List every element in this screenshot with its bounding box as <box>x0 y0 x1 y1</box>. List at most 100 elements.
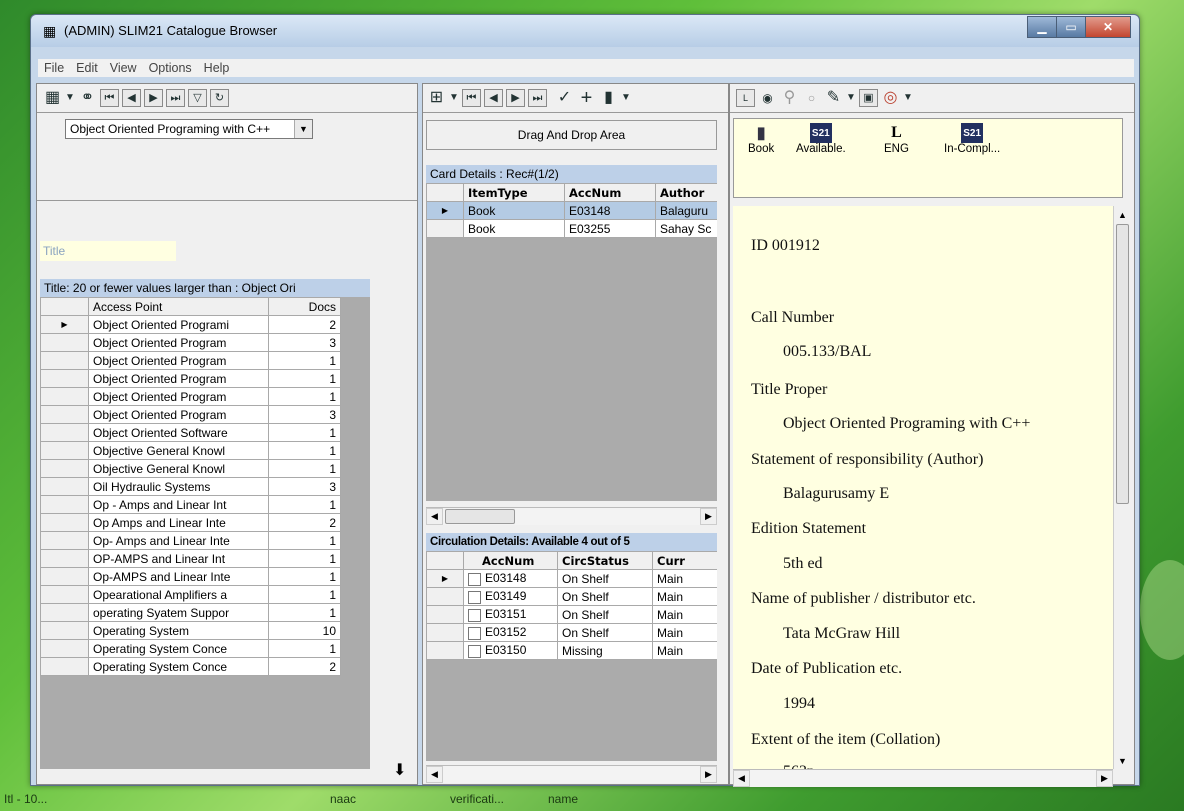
column-header-circstatus[interactable]: CircStatus <box>557 551 653 570</box>
accnum-cell[interactable]: E03148 <box>463 569 558 588</box>
menu-options[interactable]: Options <box>143 61 198 75</box>
table-row[interactable]: ▶ Book E03148 Balaguru <box>426 201 717 220</box>
table-row[interactable]: Opearational Amplifiers a1 <box>40 585 341 604</box>
refresh-icon[interactable]: ↻ <box>210 89 229 107</box>
last-record-icon[interactable]: ⏭ <box>166 89 185 107</box>
table-row[interactable]: operating Syatem Suppor 1 <box>40 603 341 622</box>
search-icon[interactable]: ⚲ <box>780 89 799 107</box>
layout-dropdown-icon[interactable]: ▼ <box>449 89 459 107</box>
layout-icon[interactable]: ⊞ <box>427 89 446 107</box>
prev-record-icon[interactable]: ◀ <box>122 89 141 107</box>
scroll-right-icon[interactable]: ▶ <box>700 508 717 525</box>
table-row[interactable]: Object Oriented Program 3 <box>40 405 341 424</box>
taskbar-item[interactable]: naac <box>330 792 356 806</box>
radio-icon[interactable]: ◉ <box>758 89 777 107</box>
table-row[interactable]: Object Oriented Software 1 <box>40 423 341 442</box>
target-icon[interactable]: ◎ <box>881 89 900 107</box>
target-dropdown-icon[interactable]: ▼ <box>903 89 913 107</box>
table-row[interactable]: Objective General Knowl 1 <box>40 459 341 478</box>
scroll-left-icon[interactable]: ◀ <box>426 766 443 783</box>
circ-hscrollbar[interactable]: ◀ ▶ <box>426 765 717 783</box>
table-row[interactable]: E03150 Missing Main <box>426 641 717 660</box>
table-row[interactable]: Op-AMPS and Linear Inte 1 <box>40 567 341 586</box>
table-row[interactable]: Book E03255 Sahay Sc <box>426 219 717 238</box>
column-header-itemtype[interactable]: ItemType <box>463 183 565 202</box>
chevron-down-icon[interactable]: ▼ <box>294 120 312 138</box>
download-arrow-icon[interactable]: ⬇ <box>393 760 406 780</box>
checkbox[interactable] <box>468 608 481 622</box>
table-row[interactable]: Op - Amps and Linear Int 1 <box>40 495 341 514</box>
scroll-left-icon[interactable]: ◀ <box>426 508 443 525</box>
accnum-cell[interactable]: E03150 <box>463 641 558 660</box>
radio-off-icon[interactable]: ○ <box>802 89 821 107</box>
column-header-accnum[interactable]: AccNum <box>463 551 558 570</box>
close-icon[interactable]: ✕ <box>1085 16 1131 38</box>
table-row[interactable]: Objective General Knowl 1 <box>40 441 341 460</box>
menu-view[interactable]: View <box>104 61 143 75</box>
checkbox[interactable] <box>468 644 481 658</box>
table-row[interactable]: Oil Hydraulic Systems 3 <box>40 477 341 496</box>
mode-icon[interactable]: ▦ <box>43 89 62 107</box>
scroll-right-icon[interactable]: ▶ <box>1096 770 1113 787</box>
table-row[interactable]: Object Oriented Program 3 <box>40 333 341 352</box>
edit-icon[interactable]: ✎ <box>824 89 843 107</box>
scroll-down-icon[interactable]: ▼ <box>1114 752 1131 769</box>
menu-help[interactable]: Help <box>198 61 236 75</box>
column-header-access-point[interactable]: Access Point <box>88 297 269 316</box>
binoculars-icon[interactable]: ⚭ <box>78 89 97 107</box>
scroll-thumb[interactable] <box>445 509 515 524</box>
table-row[interactable]: Operating System 10 <box>40 621 341 640</box>
books-icon[interactable]: ▮ <box>599 89 618 107</box>
scroll-right-icon[interactable]: ▶ <box>700 766 717 783</box>
clipboard-icon[interactable]: ▣ <box>859 89 878 107</box>
scroll-left-icon[interactable]: ◀ <box>733 770 750 787</box>
table-row[interactable]: ▶ E03148 On Shelf Main <box>426 569 717 588</box>
table-row[interactable]: E03151 On Shelf Main <box>426 605 717 624</box>
column-header-author[interactable]: Author <box>655 183 717 202</box>
taskbar-item[interactable]: verificati... <box>450 792 504 806</box>
accnum-cell[interactable]: E03149 <box>463 587 558 606</box>
detail-hscrollbar[interactable]: ◀ ▶ <box>733 769 1113 787</box>
column-header-docs[interactable]: Docs <box>268 297 341 316</box>
card-hscrollbar[interactable]: ◀ ▶ <box>426 507 717 525</box>
next-record-icon[interactable]: ▶ <box>144 89 163 107</box>
add-icon[interactable]: + <box>577 88 596 108</box>
mode-dropdown-icon[interactable]: ▼ <box>65 89 75 107</box>
table-row[interactable]: Op Amps and Linear Inte 2 <box>40 513 341 532</box>
menu-edit[interactable]: Edit <box>70 61 104 75</box>
first-card-icon[interactable]: ⏮ <box>462 89 481 107</box>
filter-icon[interactable]: ▽ <box>188 89 207 107</box>
table-row[interactable]: OP-AMPS and Linear Int 1 <box>40 549 341 568</box>
language-icon[interactable]: L <box>736 89 755 107</box>
table-row[interactable]: E03149 On Shelf Main <box>426 587 717 606</box>
accnum-cell[interactable]: E03151 <box>463 605 558 624</box>
minimize-icon[interactable]: ▁ <box>1027 16 1057 38</box>
taskbar-item[interactable]: name <box>548 792 578 806</box>
checkbox[interactable] <box>468 626 481 640</box>
drag-drop-area[interactable]: Drag And Drop Area <box>426 120 717 150</box>
accnum-cell[interactable]: E03152 <box>463 623 558 642</box>
table-row[interactable]: Op- Amps and Linear Inte 1 <box>40 531 341 550</box>
checkbox[interactable] <box>468 590 481 604</box>
maximize-icon[interactable]: ▭ <box>1056 16 1086 38</box>
first-record-icon[interactable]: ⏮ <box>100 89 119 107</box>
last-card-icon[interactable]: ⏭ <box>528 89 547 107</box>
scroll-up-icon[interactable]: ▲ <box>1114 206 1131 223</box>
table-row[interactable]: Object Oriented Program 1 <box>40 351 341 370</box>
column-header-curr[interactable]: Curr <box>652 551 717 570</box>
table-row[interactable]: E03152 On Shelf Main <box>426 623 717 642</box>
edit-dropdown-icon[interactable]: ▼ <box>846 89 856 107</box>
scroll-thumb[interactable] <box>1116 224 1129 504</box>
query-dropdown[interactable]: Object Oriented Programing with C++ ▼ <box>65 119 313 139</box>
table-row[interactable]: Operating System Conce 1 <box>40 639 341 658</box>
table-row[interactable]: Operating System Conce 2 <box>40 657 341 676</box>
title-bar[interactable]: ▦ (ADMIN) SLIM21 Catalogue Browser ▁ ▭ ✕ <box>31 15 1139 47</box>
table-row[interactable]: ▶ Object Oriented Programi 2 <box>40 315 341 334</box>
books-dropdown-icon[interactable]: ▼ <box>621 89 631 107</box>
column-header-accnum[interactable]: AccNum <box>564 183 656 202</box>
next-card-icon[interactable]: ▶ <box>506 89 525 107</box>
table-row[interactable]: Object Oriented Program 1 <box>40 387 341 406</box>
table-row[interactable]: Object Oriented Program 1 <box>40 369 341 388</box>
detail-vscrollbar[interactable]: ▲ ▼ <box>1113 206 1131 769</box>
menu-file[interactable]: File <box>38 61 70 75</box>
